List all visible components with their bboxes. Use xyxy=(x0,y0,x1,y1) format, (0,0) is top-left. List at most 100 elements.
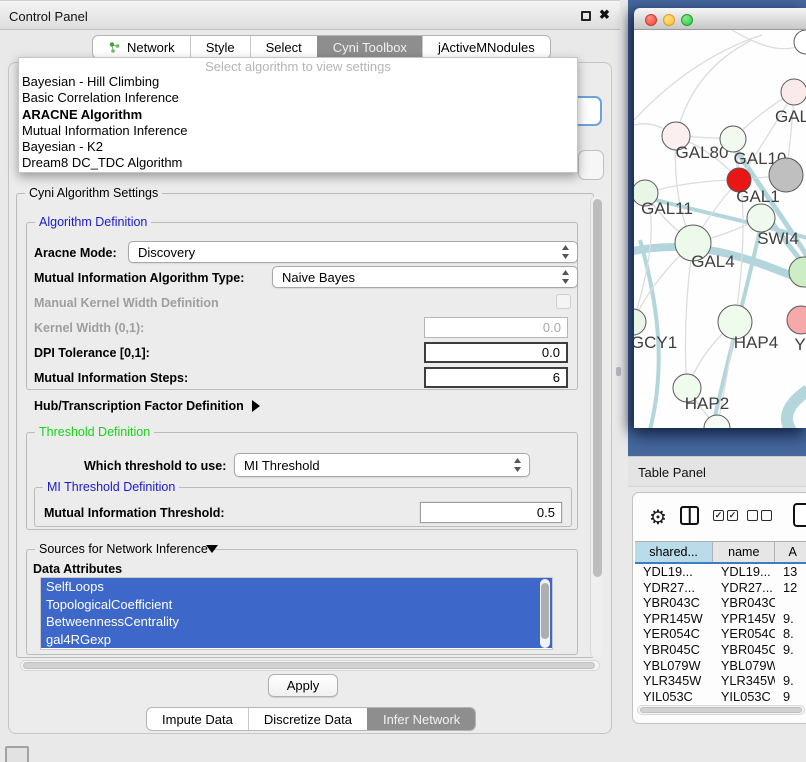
table-horizontal-scrollbar[interactable] xyxy=(637,705,805,715)
tab-select[interactable]: Select xyxy=(250,36,317,58)
document-icon[interactable] xyxy=(793,503,806,527)
tab-infer-network[interactable]: Infer Network xyxy=(367,708,475,730)
minimized-panel-icon[interactable] xyxy=(5,746,29,762)
node-label: GAL11 xyxy=(641,199,693,218)
column-header[interactable]: name xyxy=(713,542,775,562)
which-threshold-combo[interactable]: MI Threshold xyxy=(234,453,530,477)
node-label: GAL80 xyxy=(676,143,729,162)
zoom-traffic-light-icon[interactable] xyxy=(681,14,693,26)
tab-discretize-data[interactable]: Discretize Data xyxy=(248,708,367,730)
hub-definition-expander[interactable]: Hub/Transcription Factor Definition xyxy=(34,399,260,413)
network-node[interactable] xyxy=(794,30,806,54)
settings-horizontal-scrollbar[interactable] xyxy=(20,660,600,671)
dpi-tolerance-value: 0.0 xyxy=(542,345,560,360)
table-row[interactable]: YDR27...YDR27...12 xyxy=(635,580,806,596)
node-label: GAL1 xyxy=(736,187,779,206)
network-view-window[interactable]: GAL7GAL80GAL10GAL1GAL11SWI4GAL4GCY1HAP4Y… xyxy=(634,8,806,428)
table-toolbar: ⚙ ✓ ✓ xyxy=(633,503,806,533)
gear-icon[interactable]: ⚙ xyxy=(649,505,667,530)
aracne-mode-label: Aracne Mode: xyxy=(34,246,117,260)
column-header[interactable]: A xyxy=(775,542,806,562)
table-cell: 9 xyxy=(775,689,806,701)
table-row[interactable]: YBR045CYBR045C9. xyxy=(635,642,806,658)
kernel-width-field[interactable]: 0.0 xyxy=(424,317,568,338)
algorithm-dropdown-placeholder: Select algorithm to view settings xyxy=(19,58,577,74)
table-row[interactable]: YBR043CYBR043C xyxy=(635,595,806,611)
data-attribute-item[interactable]: BetweennessCentrality xyxy=(41,613,552,631)
algorithm-option[interactable]: Bayesian - Hill Climbing xyxy=(19,74,577,90)
table-cell: YPR145W xyxy=(635,611,713,627)
algorithm-option[interactable]: Dream8 DC_TDC Algorithm xyxy=(19,155,577,171)
screen: Control Panel ✖ NetworkStyleSelectCyni T… xyxy=(0,0,806,762)
network-canvas[interactable]: GAL7GAL80GAL10GAL1GAL11SWI4GAL4GCY1HAP4Y… xyxy=(634,30,806,428)
data-attribute-item[interactable]: TopologicalCoefficient xyxy=(41,596,552,614)
tab-cyni-toolbox[interactable]: Cyni Toolbox xyxy=(317,36,422,58)
unchecked-checkbox-icon[interactable] xyxy=(761,510,772,521)
table-cell: YBL079W xyxy=(713,658,775,674)
float-window-icon[interactable] xyxy=(581,11,591,21)
split-pane-handle[interactable] xyxy=(616,367,621,376)
minimize-traffic-light-icon[interactable] xyxy=(663,14,675,26)
algorithm-option[interactable]: Bayesian - K2 xyxy=(19,139,577,155)
tab-label: jActiveMNodules xyxy=(438,40,535,55)
algorithm-option[interactable]: ARACNE Algorithm xyxy=(19,107,577,123)
data-attribute-item[interactable]: gal4RGexp xyxy=(41,631,552,649)
data-attributes-list[interactable]: SelfLoopsTopologicalCoefficientBetweenne… xyxy=(40,577,553,650)
tab-network[interactable]: Network xyxy=(93,36,190,58)
table-cell: YLR345W xyxy=(713,673,775,689)
checked-checkbox-icon[interactable]: ✓ xyxy=(727,510,738,521)
manual-kernel-width-checkbox[interactable] xyxy=(556,294,571,309)
mi-algorithm-type-combo[interactable]: Naive Bayes xyxy=(272,266,578,288)
algorithm-option[interactable]: Basic Correlation Inference xyxy=(19,90,577,106)
apply-button[interactable]: Apply xyxy=(268,674,338,697)
bottom-tab-bar: Impute DataDiscretize DataInfer Network xyxy=(146,707,476,731)
tab-style[interactable]: Style xyxy=(190,36,250,58)
mi-steps-field[interactable]: 6 xyxy=(424,367,568,388)
checked-checkbox-icon[interactable]: ✓ xyxy=(713,510,724,521)
network-node-gal7[interactable] xyxy=(781,79,806,105)
network-node-gcy1[interactable] xyxy=(634,309,646,335)
data-column-combo[interactable] xyxy=(578,150,604,180)
algorithm-option[interactable]: Mutual Information Inference xyxy=(19,123,577,139)
hub-definition-label: Hub/Transcription Factor Definition xyxy=(34,399,244,413)
network-node-swi4[interactable] xyxy=(747,204,775,232)
aracne-mode-combo[interactable]: Discovery xyxy=(128,241,578,263)
table-row[interactable]: YLR345WYLR345W9. xyxy=(635,673,806,689)
table-row[interactable]: YBL079WYBL079W xyxy=(635,658,806,674)
attributes-list-scrollbar[interactable] xyxy=(540,579,550,648)
tab-impute-data[interactable]: Impute Data xyxy=(147,708,248,730)
collapse-arrow-icon[interactable] xyxy=(206,545,218,553)
table-panel-header[interactable]: Table Panel xyxy=(628,456,806,487)
table-row[interactable]: YER054CYER054C8. xyxy=(635,626,806,642)
network-icon xyxy=(108,41,121,54)
stepper-arrows-icon xyxy=(513,458,522,472)
network-node-y[interactable] xyxy=(787,306,806,334)
settings-vertical-scrollbar[interactable] xyxy=(590,196,602,658)
close-icon[interactable]: ✖ xyxy=(599,7,610,23)
algorithm-definition-title: Algorithm Definition xyxy=(35,215,151,229)
manual-kernel-width-label: Manual Kernel Width Definition xyxy=(34,296,219,310)
network-node[interactable] xyxy=(789,257,806,287)
mi-threshold-field[interactable]: 0.5 xyxy=(420,502,562,523)
table-cell: 8. xyxy=(775,626,806,642)
network-window-titlebar[interactable] xyxy=(634,8,806,30)
table-cell: 9. xyxy=(775,611,806,627)
columns-icon[interactable] xyxy=(680,506,699,525)
table-cell: YBR043C xyxy=(713,595,775,611)
table-row[interactable]: YPR145WYPR145W9. xyxy=(635,611,806,627)
table-row[interactable]: YDL19...YDL19...13 xyxy=(635,564,806,580)
close-traffic-light-icon[interactable] xyxy=(645,14,657,26)
column-header[interactable]: shared... xyxy=(635,542,713,562)
tab-jactivemnodules[interactable]: jActiveMNodules xyxy=(422,36,550,58)
table-cell: YDL19... xyxy=(713,564,775,580)
unchecked-checkbox-icon[interactable] xyxy=(747,510,758,521)
control-panel-titlebar[interactable]: Control Panel ✖ xyxy=(0,0,620,30)
data-attributes-label: Data Attributes xyxy=(33,562,122,576)
table-cell: YLR345W xyxy=(635,673,713,689)
table-row[interactable]: YIL053CYIL053C9 xyxy=(635,689,806,701)
table-cell: 12 xyxy=(775,580,806,596)
data-attribute-item[interactable]: SelfLoops xyxy=(41,578,552,596)
table-panel-title: Table Panel xyxy=(638,465,706,480)
node-label: HAP2 xyxy=(685,394,729,413)
dpi-tolerance-field[interactable]: 0.0 xyxy=(424,342,568,363)
